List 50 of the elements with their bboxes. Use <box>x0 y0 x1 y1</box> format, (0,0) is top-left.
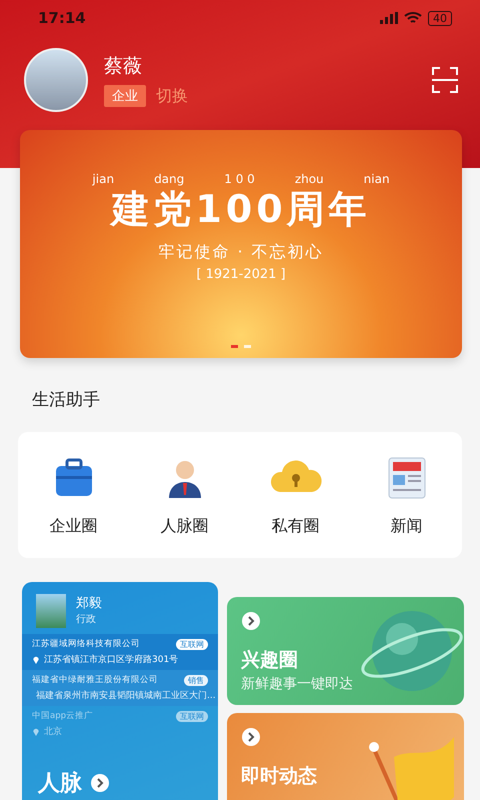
account-type-badge: 企业 <box>104 85 146 107</box>
contacts-title: 人脉 <box>38 770 82 798</box>
feature-title: 兴趣圈 <box>241 648 298 673</box>
pinyin-label: jian <box>92 172 114 186</box>
shortcut-label: 企业圈 <box>50 516 98 536</box>
contact-role: 行政 <box>76 613 97 626</box>
battery-indicator: 40 <box>428 10 452 26</box>
pinyin-label: nian <box>364 172 390 186</box>
contact-address: 福建省泉州市南安县韬阳镇城南工业区大门... <box>36 690 216 702</box>
shortcut-item[interactable]: 人脉圈 <box>140 454 230 536</box>
shortcut-item[interactable]: 私有圈 <box>250 454 340 536</box>
feature-card[interactable]: 即时动态 <box>227 713 464 800</box>
feature-title: 即时动态 <box>241 764 317 789</box>
contact-address: 北京 <box>44 726 62 738</box>
status-time: 17:14 <box>38 9 86 27</box>
feature-card[interactable]: 兴趣圈 新鲜趣事一键即达 <box>227 597 464 705</box>
switch-link[interactable]: 切换 <box>156 86 188 106</box>
location-pin-icon <box>32 727 40 736</box>
wifi-icon <box>404 11 422 25</box>
industry-tag: 互联网 <box>176 638 208 650</box>
chevron-right-icon[interactable] <box>90 773 110 793</box>
feature-subtitle: 新鲜趣事一键即达 <box>241 675 353 693</box>
industry-tag: 销售 <box>184 674 208 686</box>
banner-subtitle: 牢记使命 · 不忘初心 <box>158 242 324 263</box>
banner-card[interactable]: jian dang 1 0 0 zhou nian 建党100周年 牢记使命 · 不忘初心 [ 1921-2021 ] <box>20 130 462 358</box>
location-pin-icon <box>32 655 40 664</box>
company-name: 江苏疆域网络科技有限公司 <box>32 638 140 650</box>
company-name: 福建省中绿耐雅王股份有限公司 <box>32 674 158 686</box>
shortcut-label: 新闻 <box>390 516 422 536</box>
pinyin-label: zhou <box>294 172 324 186</box>
shortcut-item[interactable]: 新闻 <box>362 454 452 536</box>
contact-name: 郑毅 <box>76 595 102 612</box>
contacts-card[interactable]: 郑毅 行政 江苏疆域网络科技有限公司 互联网 江苏省镇江市京口区学府路301号 福建省中绿耐雅王股份有限公司 销售 福建省泉州市南安县韬阳镇城南工业区大门... 中国app云推广 互联网 北京 人脉 <box>22 582 218 800</box>
pinyin-label: 1 0 0 <box>224 172 255 186</box>
banner-title: 建党100周年 <box>111 186 371 232</box>
user-name: 蔡薇 <box>104 54 143 79</box>
section-title: 生活助手 <box>32 389 100 411</box>
chevron-right-icon[interactable] <box>241 611 261 631</box>
industry-tag: 互联网 <box>176 710 208 722</box>
pinyin-label: dang <box>154 172 184 186</box>
shortcut-label: 人脉圈 <box>160 516 208 536</box>
banner-years: [ 1921-2021 ] <box>196 267 286 282</box>
shortcut-item[interactable]: 企业圈 <box>28 454 118 536</box>
contact-address: 江苏省镇江市京口区学府路301号 <box>44 654 178 666</box>
scan-icon[interactable] <box>432 67 458 93</box>
signal-icon <box>380 12 398 24</box>
chevron-right-icon[interactable] <box>241 727 261 747</box>
company-name: 中国app云推广 <box>32 710 93 722</box>
photo-placeholder <box>36 594 66 628</box>
shortcut-label: 私有圈 <box>272 516 320 536</box>
